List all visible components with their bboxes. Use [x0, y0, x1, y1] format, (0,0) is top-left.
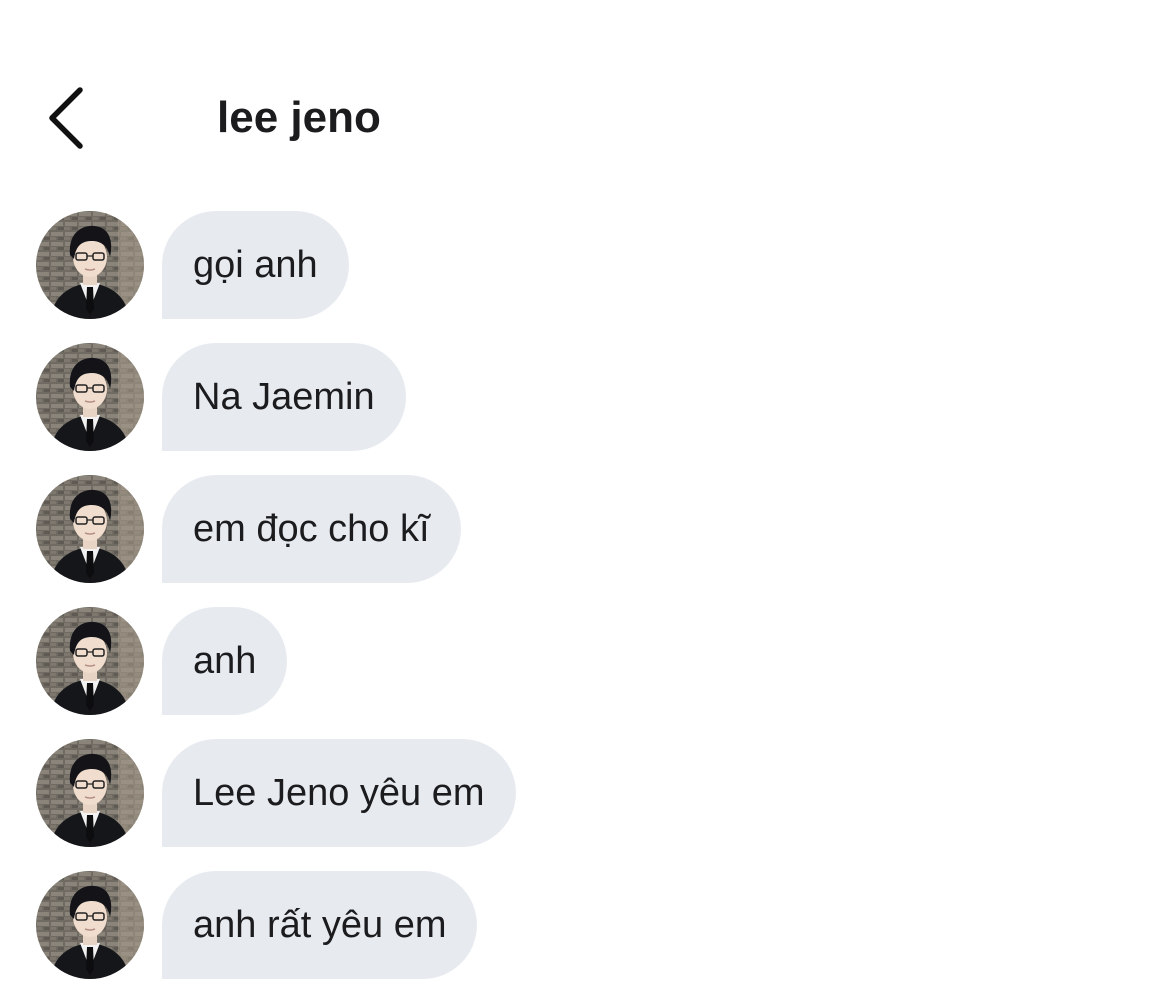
- avatar[interactable]: [36, 607, 144, 715]
- message-bubble[interactable]: anh: [162, 607, 288, 715]
- avatar[interactable]: [36, 739, 144, 847]
- chevron-left-icon: [49, 87, 83, 149]
- avatar[interactable]: [36, 871, 144, 979]
- avatar[interactable]: [36, 343, 144, 451]
- message-bubble[interactable]: em đọc cho kĩ: [162, 475, 461, 583]
- message-row: anh rất yêu em: [36, 871, 936, 979]
- message-bubble[interactable]: gọi anh: [162, 211, 349, 319]
- conversation-title: lee jeno: [217, 93, 381, 142]
- chat-header: lee jeno: [0, 0, 1169, 180]
- message-row: Na Jaemin: [36, 343, 936, 451]
- message-row: em đọc cho kĩ: [36, 475, 936, 583]
- message-row: gọi anh: [36, 211, 936, 319]
- back-button[interactable]: [40, 84, 92, 152]
- message-bubble[interactable]: Na Jaemin: [162, 343, 406, 451]
- avatar[interactable]: [36, 211, 144, 319]
- message-bubble[interactable]: Lee Jeno yêu em: [162, 739, 516, 847]
- avatar[interactable]: [36, 475, 144, 583]
- message-bubble[interactable]: anh rất yêu em: [162, 871, 478, 979]
- message-row: anh: [36, 607, 936, 715]
- message-row: Lee Jeno yêu em: [36, 739, 936, 847]
